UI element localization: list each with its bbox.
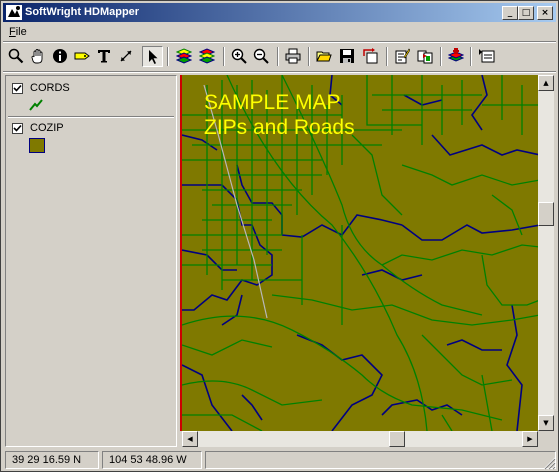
horizontal-scroll-thumb[interactable] (389, 431, 405, 447)
legend-layer-cords[interactable]: CORDS (6, 80, 176, 116)
print-icon (285, 48, 301, 64)
open-folder-icon (316, 51, 332, 62)
zoom-out-icon (253, 48, 269, 64)
toolbar-separator (167, 47, 169, 66)
horizontal-scrollbar[interactable]: ◀ ▶ (182, 431, 538, 447)
status-latitude: 39 29 16.59 N (5, 451, 99, 469)
layer-name-label: CORDS (30, 82, 70, 94)
layer-properties-button[interactable] (197, 46, 218, 67)
app-logo-icon (6, 5, 22, 20)
zip-polygon-symbol-icon (29, 138, 45, 153)
scroll-down-button[interactable]: ▼ (538, 415, 554, 431)
layer-list-button[interactable] (477, 46, 498, 67)
vertical-scroll-thumb[interactable] (538, 202, 554, 226)
layers-icon (176, 48, 192, 64)
layers-button[interactable] (174, 46, 195, 67)
toolbar-separator (386, 47, 388, 66)
toolbar (3, 44, 556, 70)
zoom-magnifier-icon (8, 48, 24, 64)
toolbar-separator (308, 47, 310, 66)
minimize-button[interactable]: _ (502, 6, 518, 20)
legend-layer-cozip[interactable]: COZIP (6, 121, 176, 157)
checkmark-icon (13, 124, 22, 132)
window-title: SoftWright HDMapper (25, 6, 140, 18)
export-icon (363, 48, 378, 64)
title-bar[interactable]: SoftWright HDMapper _ □ × (3, 3, 556, 22)
open-button[interactable] (314, 46, 335, 67)
menu-file[interactable]: File (9, 26, 27, 38)
zoom-out-button[interactable] (251, 46, 272, 67)
export-button[interactable] (360, 46, 381, 67)
label-tag-icon (74, 52, 90, 60)
layers-properties-icon (199, 48, 215, 64)
menu-separator (3, 41, 556, 43)
pan-tool-button[interactable] (28, 46, 49, 67)
select-tool-button[interactable] (142, 46, 163, 67)
layer-visibility-checkbox[interactable] (12, 123, 23, 134)
zoom-tool-button[interactable] (6, 46, 27, 67)
text-tool-button[interactable] (94, 46, 115, 67)
maximize-button[interactable]: □ (518, 6, 534, 20)
edit-properties-icon (395, 48, 410, 64)
toolbar-separator (440, 47, 442, 66)
map-view[interactable]: SAMPLE MAP ZIPs and Roads (180, 75, 540, 431)
select-arrow-icon (149, 50, 158, 64)
label-tool-button[interactable] (72, 46, 93, 67)
print-button[interactable] (283, 46, 304, 67)
vertical-scrollbar[interactable]: ▲ ▼ (538, 75, 554, 431)
info-icon (53, 49, 67, 63)
scroll-up-button[interactable]: ▲ (538, 75, 554, 91)
edit-properties-button[interactable] (392, 46, 413, 67)
layer-name-label: COZIP (30, 122, 64, 134)
text-tool-icon (98, 50, 110, 63)
legend-divider (8, 116, 174, 118)
menu-bar: File (3, 23, 556, 41)
copy-layer-icon (417, 50, 433, 64)
app-window: SoftWright HDMapper _ □ × File CORDS COZ… (0, 0, 559, 472)
toolbar-separator (223, 47, 225, 66)
legend-panel: CORDS COZIP (5, 75, 177, 447)
scroll-right-button[interactable]: ▶ (522, 431, 538, 447)
close-button[interactable]: × (537, 6, 553, 20)
toolbar-separator (470, 47, 472, 66)
map-title-line2: ZIPs and Roads (204, 116, 355, 139)
status-longitude: 104 53 48.96 W (102, 451, 202, 469)
resize-grip-icon[interactable] (542, 456, 556, 470)
measure-line-icon (120, 50, 132, 62)
zoom-in-icon (231, 48, 247, 64)
layer-list-icon (479, 49, 495, 63)
copy-layer-button[interactable] (415, 46, 436, 67)
info-tool-button[interactable] (50, 46, 71, 67)
add-layer-button[interactable] (446, 46, 467, 67)
save-button[interactable] (337, 46, 358, 67)
pan-hand-icon (31, 49, 43, 64)
scroll-left-button[interactable]: ◀ (182, 431, 198, 447)
measure-tool-button[interactable] (116, 46, 137, 67)
status-message (205, 451, 556, 469)
add-layer-icon (448, 48, 464, 62)
checkmark-icon (13, 84, 22, 92)
zoom-in-button[interactable] (229, 46, 250, 67)
status-bar: 39 29 16.59 N 104 53 48.96 W (3, 450, 556, 470)
save-icon (340, 49, 354, 63)
road-line-symbol-icon (29, 99, 43, 111)
map-title-line1: SAMPLE MAP (204, 91, 341, 114)
layer-visibility-checkbox[interactable] (12, 83, 23, 94)
toolbar-separator (277, 47, 279, 66)
scrollbar-corner (538, 431, 554, 447)
toolbar-bottom-separator (3, 71, 556, 73)
